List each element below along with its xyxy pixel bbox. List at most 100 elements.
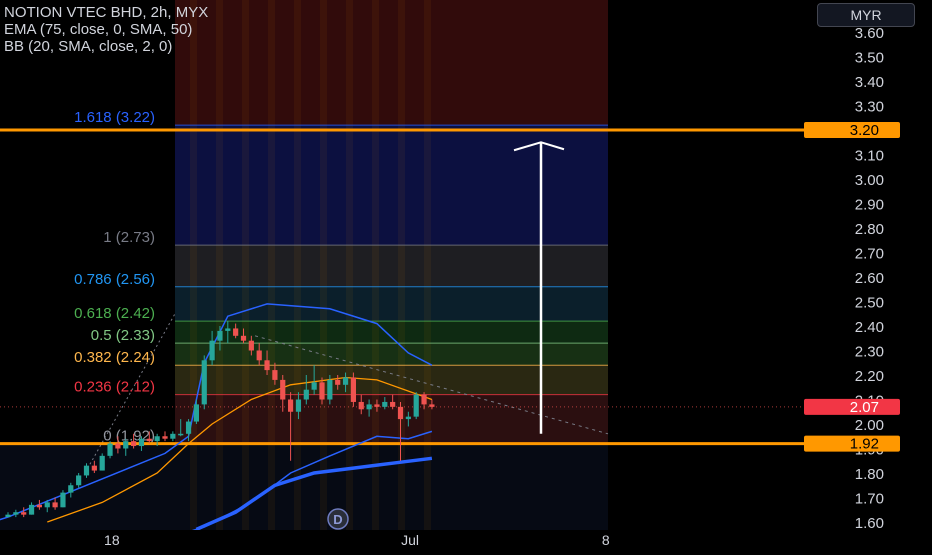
price-tick-label: 2.20 <box>855 368 884 385</box>
price-tick-label: 2.70 <box>855 246 884 263</box>
candle-body[interactable] <box>52 502 58 508</box>
fib-label-0.382: 0.382 (2.24) <box>74 349 155 366</box>
candle-body[interactable] <box>201 360 207 405</box>
candle-body[interactable] <box>413 394 419 417</box>
candle-body[interactable] <box>358 401 364 410</box>
candle-body[interactable] <box>429 404 435 407</box>
price-tick-label: 2.30 <box>855 344 884 361</box>
fib-zone-1-0786 <box>175 245 608 287</box>
candle-body[interactable] <box>44 502 50 508</box>
price-tick-label: 3.10 <box>855 148 884 165</box>
candle-body[interactable] <box>154 436 160 442</box>
fib-label-0.786: 0.786 (2.56) <box>74 271 155 288</box>
candle-body[interactable] <box>99 455 105 471</box>
candle-body[interactable] <box>264 360 270 371</box>
price-label-text: 3.20 <box>850 122 879 139</box>
session-stripe <box>346 0 353 530</box>
fib-label-1: 1 (2.73) <box>103 229 155 246</box>
candle-body[interactable] <box>83 465 90 476</box>
candle-body[interactable] <box>288 399 294 412</box>
candle-body[interactable] <box>374 404 380 407</box>
session-stripe <box>216 0 223 530</box>
candle-body[interactable] <box>13 512 19 515</box>
candle-body[interactable] <box>397 406 404 420</box>
chart-legend: NOTION VTEC BHD, 2h, MYX EMA (75, close,… <box>4 4 208 55</box>
price-tick-label: 2.80 <box>855 221 884 238</box>
ema-indicator-label: EMA (75, close, 0, SMA, 50) <box>4 21 193 38</box>
candle-body[interactable] <box>421 394 427 405</box>
candle-body[interactable] <box>209 340 215 361</box>
candle-body[interactable] <box>303 389 309 400</box>
symbol-title: NOTION VTEC BHD, 2h, MYX <box>4 4 209 21</box>
price-tick-label: 3.50 <box>855 50 884 67</box>
fib-zone-0618-05 <box>175 321 608 344</box>
candle-body[interactable] <box>91 465 97 471</box>
candle-body[interactable] <box>162 436 168 439</box>
price-tick-label: 1.60 <box>855 515 884 532</box>
candle-body[interactable] <box>319 382 325 400</box>
candle-body[interactable] <box>350 377 356 402</box>
candle-body[interactable] <box>256 350 262 361</box>
candle-body[interactable] <box>311 382 317 390</box>
candle-body[interactable] <box>21 512 27 515</box>
candle-body[interactable] <box>178 433 184 436</box>
candle-body[interactable] <box>405 416 411 420</box>
candle-body[interactable] <box>146 438 152 442</box>
candle-body[interactable] <box>240 335 247 341</box>
chart-svg[interactable]: 1.618 (3.22) 1 (2.73) 0.786 (2.56) 0.618 (2… <box>0 0 932 550</box>
candle-body[interactable] <box>123 441 129 449</box>
price-label-text: 2.07 <box>850 399 879 416</box>
session-stripe <box>424 0 431 530</box>
lower-zone <box>0 443 608 530</box>
candle-body[interactable] <box>36 504 42 508</box>
session-stripe <box>294 0 301 530</box>
session-stripe <box>320 0 327 530</box>
fib-label-0.236: 0.236 (2.12) <box>74 379 155 396</box>
price-tick-label: 3.40 <box>855 74 884 91</box>
candle-body[interactable] <box>248 340 254 351</box>
fib-label-0: 0 (1.92) <box>103 428 155 445</box>
fib-label-0.5: 0.5 (2.33) <box>91 327 155 344</box>
time-tick-label: 18 <box>104 532 120 548</box>
candle-body[interactable] <box>342 377 349 385</box>
price-tick-label: 2.50 <box>855 295 884 312</box>
price-tick-label: 3.60 <box>855 25 884 42</box>
candle-body[interactable] <box>107 443 113 456</box>
price-tick-label: 1.70 <box>855 491 884 508</box>
time-axis[interactable] <box>0 530 932 550</box>
candle-body[interactable] <box>68 485 74 493</box>
candle-body[interactable] <box>327 379 333 400</box>
currency-button[interactable]: MYR <box>817 3 915 27</box>
candle-body[interactable] <box>295 399 302 412</box>
candle-body[interactable] <box>272 370 278 380</box>
session-stripe <box>190 0 197 530</box>
dividend-marker-label: D <box>333 512 342 527</box>
candle-body[interactable] <box>138 438 145 447</box>
candle-body[interactable] <box>170 433 176 439</box>
candle-body[interactable] <box>60 492 66 508</box>
time-tick-label: Jul <box>401 532 419 548</box>
candle-body[interactable] <box>193 404 199 422</box>
price-tick-label: 2.00 <box>855 417 884 434</box>
candle-body[interactable] <box>233 328 239 336</box>
chart-area[interactable]: 1.618 (3.22) 1 (2.73) 0.786 (2.56) 0.618 (2… <box>0 0 932 550</box>
candle-body[interactable] <box>217 330 223 341</box>
candle-body[interactable] <box>280 379 286 400</box>
candle-body[interactable] <box>185 421 192 434</box>
fib-label-1.618: 1.618 (3.22) <box>74 109 155 126</box>
candle-body[interactable] <box>335 379 341 385</box>
candle-body[interactable] <box>366 404 372 410</box>
candle-body[interactable] <box>28 504 35 515</box>
price-tick-label: 2.90 <box>855 197 884 214</box>
target-zone-top <box>175 0 608 126</box>
candle-body[interactable] <box>390 401 396 407</box>
candle-body[interactable] <box>225 328 231 331</box>
candle-body[interactable] <box>5 514 11 518</box>
candle-body[interactable] <box>76 475 82 486</box>
candle-body[interactable] <box>382 401 388 407</box>
price-tick-label: 1.80 <box>855 466 884 483</box>
candle-body[interactable] <box>115 443 121 449</box>
session-stripe <box>372 0 379 530</box>
price-label-text: 1.92 <box>850 436 879 453</box>
candle-body[interactable] <box>131 441 137 447</box>
